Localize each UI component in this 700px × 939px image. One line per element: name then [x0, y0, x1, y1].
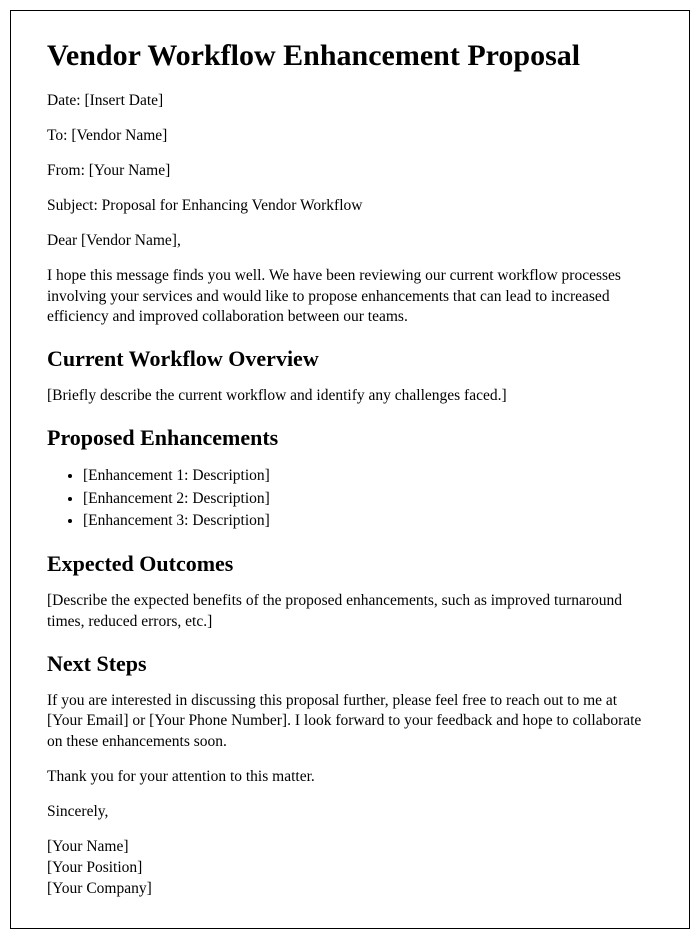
date-line: Date: [Insert Date] — [47, 91, 653, 112]
intro-paragraph: I hope this message finds you well. We h… — [47, 266, 653, 329]
salutation: Dear [Vendor Name], — [47, 231, 653, 252]
next-steps-body: If you are interested in discussing this… — [47, 691, 653, 754]
enhancements-list: [Enhancement 1: Description] [Enhancemen… — [83, 465, 653, 532]
overview-body: [Briefly describe the current workflow a… — [47, 386, 653, 407]
document-page: Vendor Workflow Enhancement Proposal Dat… — [10, 10, 690, 929]
outcomes-body: [Describe the expected benefits of the p… — [47, 591, 653, 633]
signature-position: [Your Position] — [47, 858, 653, 879]
signoff: Sincerely, — [47, 802, 653, 823]
document-title: Vendor Workflow Enhancement Proposal — [47, 39, 653, 73]
outcomes-heading: Expected Outcomes — [47, 551, 653, 577]
signature-block: [Your Name] [Your Position] [Your Compan… — [47, 837, 653, 900]
to-line: To: [Vendor Name] — [47, 126, 653, 147]
overview-heading: Current Workflow Overview — [47, 346, 653, 372]
thanks-line: Thank you for your attention to this mat… — [47, 767, 653, 788]
next-steps-heading: Next Steps — [47, 651, 653, 677]
list-item: [Enhancement 1: Description] — [83, 465, 653, 487]
from-line: From: [Your Name] — [47, 161, 653, 182]
enhancements-heading: Proposed Enhancements — [47, 425, 653, 451]
signature-company: [Your Company] — [47, 879, 653, 900]
signature-name: [Your Name] — [47, 837, 653, 858]
list-item: [Enhancement 2: Description] — [83, 488, 653, 510]
list-item: [Enhancement 3: Description] — [83, 510, 653, 532]
subject-line: Subject: Proposal for Enhancing Vendor W… — [47, 196, 653, 217]
